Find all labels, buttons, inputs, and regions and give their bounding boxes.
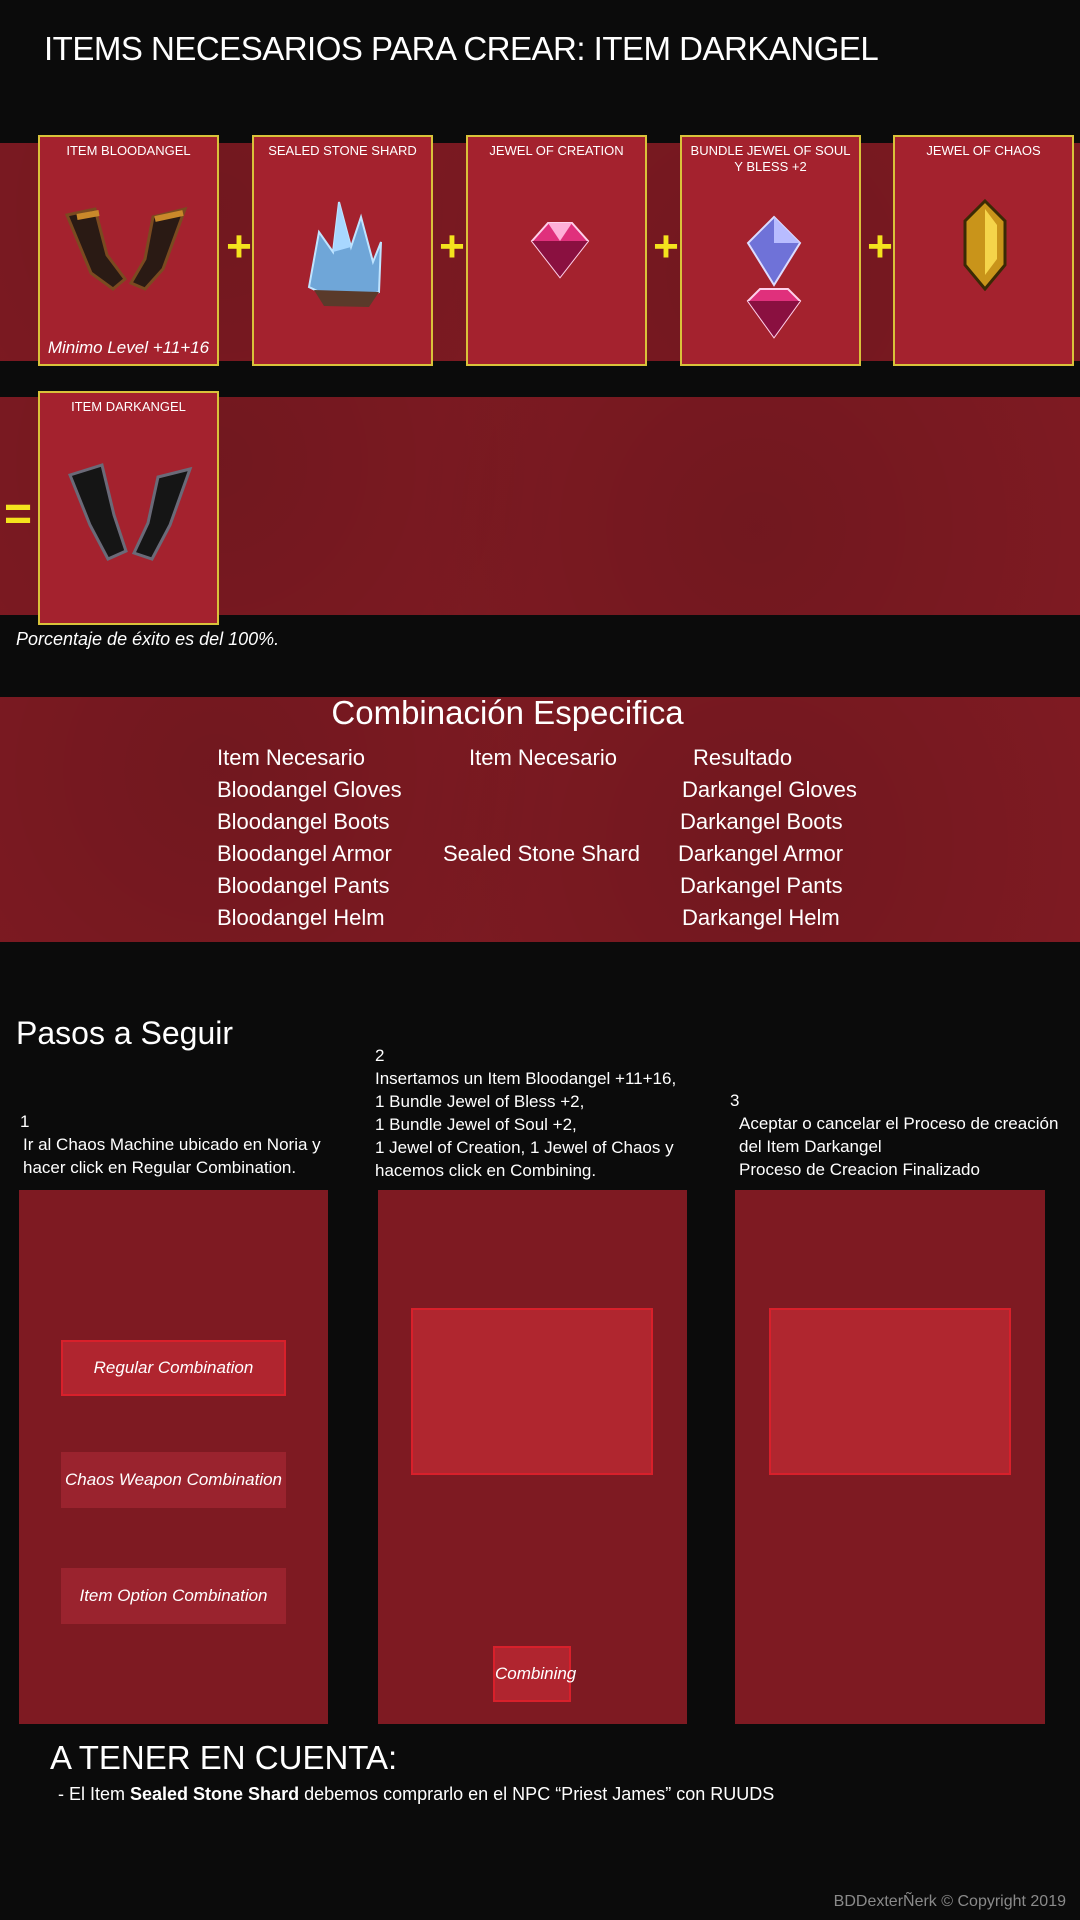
table-cell: Bloodangel Boots xyxy=(217,809,390,834)
item-insert-slot[interactable] xyxy=(411,1308,653,1475)
table-cell: Sealed Stone Shard xyxy=(443,841,640,866)
step-number: 3 xyxy=(730,1091,740,1110)
plus-sign: + xyxy=(653,222,679,271)
ingredient-label: JEWEL OF CHAOS xyxy=(926,143,1041,158)
darkangel-gloves-icon xyxy=(68,463,193,561)
combination-title: Combinación Especifica xyxy=(331,694,684,731)
chaos-jewel-icon xyxy=(963,199,1007,291)
step-description: Ir al Chaos Machine ubicado en Noria y h… xyxy=(23,1135,321,1177)
combining-button[interactable]: Combining xyxy=(493,1646,576,1702)
step-1-text: 1 Ir al Chaos Machine ubicado en Noria y… xyxy=(20,1110,340,1179)
table-cell: Darkangel Helm xyxy=(682,905,840,930)
steps-title: Pasos a Seguir xyxy=(16,1015,234,1051)
table-header: Item Necesario xyxy=(469,745,617,770)
table-cell: Darkangel Pants xyxy=(680,873,843,898)
step-number: 1 xyxy=(20,1112,30,1131)
step-line: 1 Jewel of Creation, 1 Jewel of Chaos y xyxy=(375,1138,674,1157)
notes-bold-item: Sealed Stone Shard xyxy=(130,1784,300,1804)
plus-sign: + xyxy=(226,222,252,271)
step-3-text: 3 Aceptar o cancelar el Proceso de creac… xyxy=(730,1089,1075,1181)
page-title: ITEMS NECESARIOS PARA CREAR: ITEM DARKAN… xyxy=(44,30,879,67)
result-slot xyxy=(769,1308,1011,1475)
plus-sign: + xyxy=(439,222,465,271)
step-line: 1 Bundle Jewel of Soul +2, xyxy=(375,1115,577,1134)
table-header: Resultado xyxy=(693,745,793,770)
ingredient-card-bundle-jewels: BUNDLE JEWEL OF SOUL Y BLESS +2 xyxy=(680,135,861,366)
crystal-shard-icon xyxy=(307,201,382,307)
equals-sign: = xyxy=(4,488,33,541)
step-line: Proceso de Creacion Finalizado xyxy=(739,1160,980,1179)
ingredient-card-bloodangel: ITEM BLOODANGEL Minimo Level +11+16 xyxy=(38,135,219,366)
combination-band xyxy=(0,697,1080,942)
table-header: Item Necesario xyxy=(217,745,365,770)
min-level-note: Minimo Level +11+16 xyxy=(47,338,210,357)
table-cell: Bloodangel Helm xyxy=(217,905,385,930)
success-rate-text: Porcentaje de éxito es del 100%. xyxy=(16,629,280,649)
result-card-darkangel: ITEM DARKANGEL xyxy=(38,391,219,625)
step-2-text: 2 Insertamos un Item Bloodangel +11+16, … xyxy=(375,1044,695,1182)
regular-combination-button[interactable]: Regular Combination xyxy=(61,1340,286,1396)
step-number: 2 xyxy=(375,1046,385,1065)
soul-bless-jewels-icon xyxy=(746,215,802,339)
notes-suffix: debemos comprarlo en el NPC “Priest Jame… xyxy=(299,1784,775,1804)
pink-jewel-icon xyxy=(530,222,590,279)
ingredient-label: JEWEL OF CREATION xyxy=(489,143,624,158)
bloodangel-gloves-icon xyxy=(64,206,188,291)
step-line: hacemos click en Combining. xyxy=(375,1161,597,1180)
step-line: del Item Darkangel xyxy=(739,1137,882,1156)
ingredient-card-stone-shard: SEALED STONE SHARD xyxy=(252,135,433,366)
table-cell: Darkangel Armor xyxy=(678,841,844,866)
step-line: Insertamos un Item Bloodangel +11+16, xyxy=(375,1069,677,1088)
notes-line: - El Item Sealed Stone Shard debemos com… xyxy=(58,1784,774,1805)
step-line: 1 Bundle Jewel of Bless +2, xyxy=(375,1092,585,1111)
copyright-text: BDDexterÑerk © Copyright 2019 xyxy=(833,1893,1066,1910)
table-cell: Bloodangel Pants xyxy=(217,873,390,898)
notes-prefix: - El Item xyxy=(58,1784,131,1804)
ingredient-card-jewel-creation: JEWEL OF CREATION xyxy=(466,135,647,366)
table-cell: Bloodangel Gloves xyxy=(217,777,402,802)
item-option-combination-button[interactable]: Item Option Combination xyxy=(61,1568,286,1624)
table-cell: Bloodangel Armor xyxy=(217,841,392,866)
ingredient-label: ITEM BLOODANGEL xyxy=(66,143,191,158)
ingredient-label: BUNDLE JEWEL OF SOUL Y BLESS +2 xyxy=(690,143,851,174)
plus-sign: + xyxy=(867,222,893,271)
result-label: ITEM DARKANGEL xyxy=(71,399,186,414)
ingredient-label: SEALED STONE SHARD xyxy=(268,143,417,158)
ingredient-card-jewel-chaos: JEWEL OF CHAOS xyxy=(893,135,1074,366)
table-cell: Darkangel Gloves xyxy=(682,777,857,802)
chaos-weapon-combination-button[interactable]: Chaos Weapon Combination xyxy=(61,1452,286,1508)
step-line: Aceptar o cancelar el Proceso de creació… xyxy=(739,1114,1059,1133)
notes-title: A TENER EN CUENTA: xyxy=(50,1739,398,1776)
table-cell: Darkangel Boots xyxy=(680,809,843,834)
